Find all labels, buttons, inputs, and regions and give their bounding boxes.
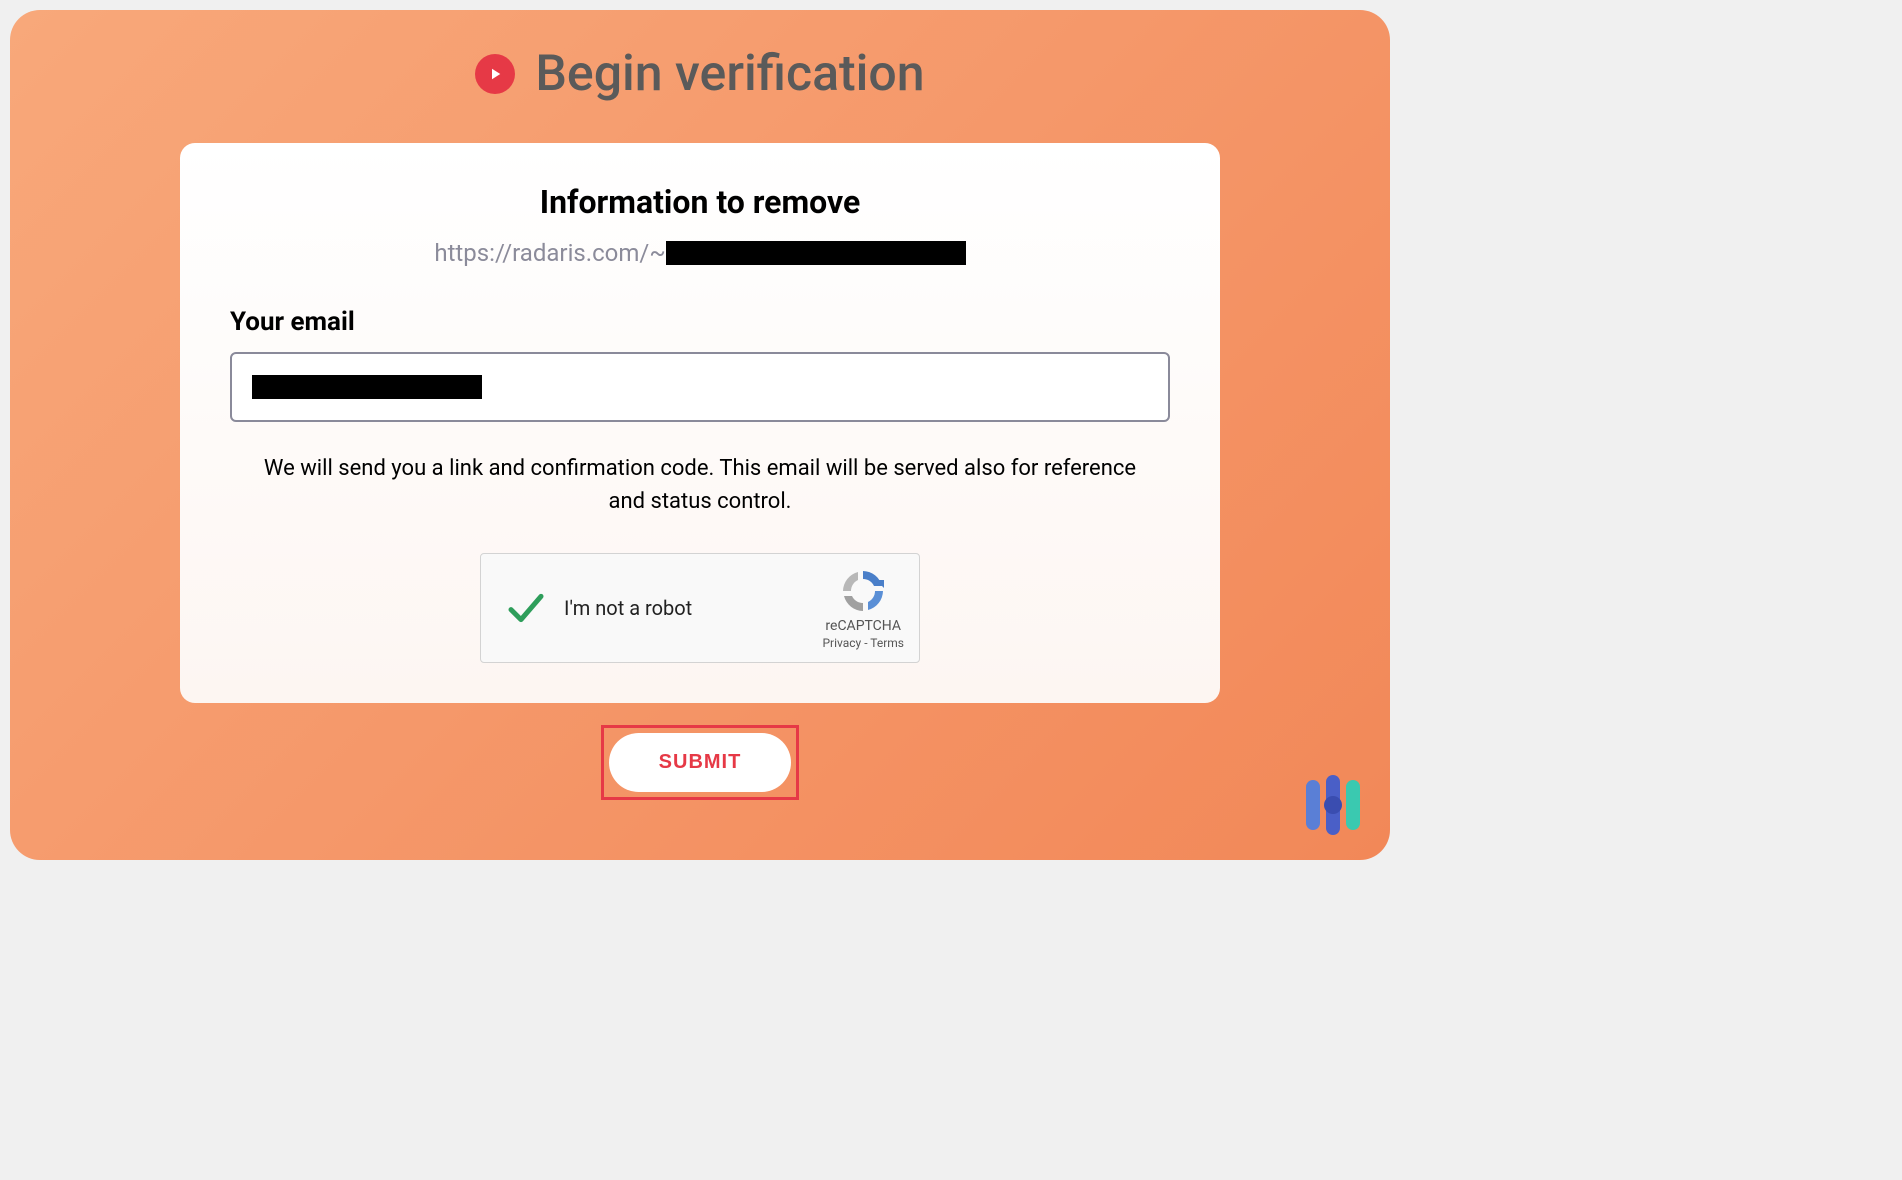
verification-panel: Begin verification Information to remove…: [10, 10, 1390, 860]
submit-button[interactable]: SUBMIT: [609, 733, 792, 792]
section-title: Information to remove: [230, 183, 1170, 221]
recaptcha-terms-link[interactable]: Terms: [870, 636, 904, 650]
recaptcha-privacy-link[interactable]: Privacy: [822, 636, 861, 650]
decorative-bars-icon: [1306, 775, 1360, 835]
recaptcha-label: I'm not a robot: [564, 596, 804, 620]
bar-2-wrap: [1326, 775, 1340, 835]
redacted-url-segment: [666, 241, 966, 265]
redacted-email-value: [252, 375, 482, 399]
submit-highlight-box: SUBMIT: [601, 725, 800, 800]
recaptcha-logo-icon: [838, 566, 888, 616]
play-icon: [475, 54, 515, 94]
recaptcha-separator: -: [861, 636, 870, 650]
checkmark-icon: [506, 588, 546, 628]
bar-3: [1346, 780, 1360, 830]
panel-header: Begin verification: [130, 45, 1270, 103]
recaptcha-links: Privacy - Terms: [822, 636, 904, 650]
bar-1: [1306, 780, 1320, 830]
page-title: Begin verification: [535, 45, 924, 103]
email-label: Your email: [230, 307, 1170, 337]
removal-url-line: https://radaris.com/~: [230, 239, 1170, 267]
recaptcha-branding: reCAPTCHA Privacy - Terms: [822, 566, 904, 650]
submit-wrapper: SUBMIT: [130, 725, 1270, 800]
url-prefix-text: https://radaris.com/~: [434, 239, 665, 267]
recaptcha-brand-text: reCAPTCHA: [825, 618, 901, 634]
form-card: Information to remove https://radaris.co…: [180, 143, 1220, 703]
email-field[interactable]: [230, 352, 1170, 422]
recaptcha-widget[interactable]: I'm not a robot reCAPTCHA Privacy - Term…: [480, 553, 920, 663]
email-helper-text: We will send you a link and confirmation…: [230, 452, 1170, 518]
bar-2-dot: [1324, 796, 1342, 814]
